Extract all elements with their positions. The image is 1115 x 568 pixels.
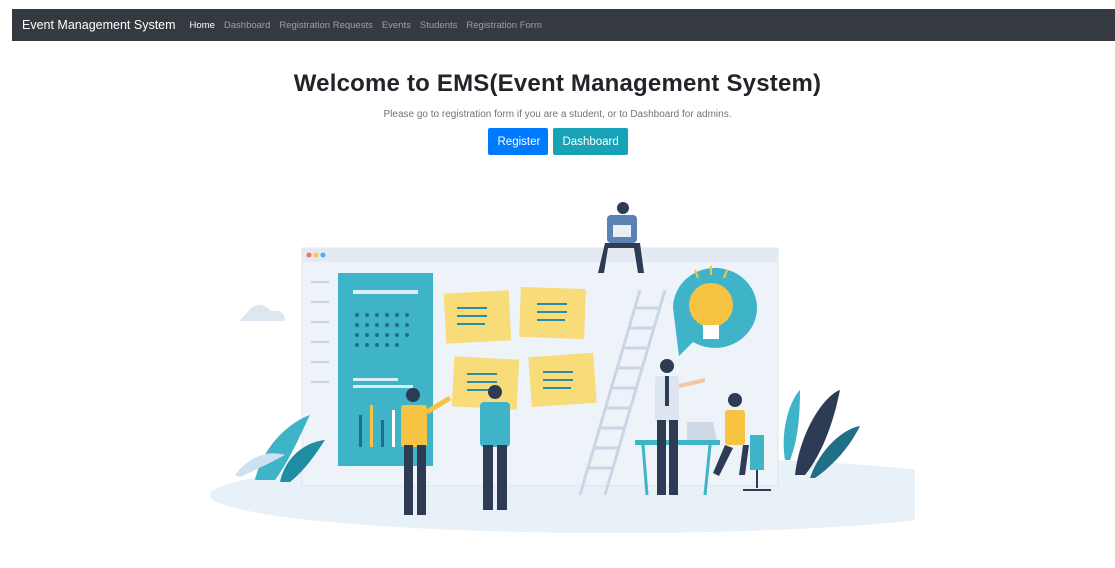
page-title: Welcome to EMS(Event Management System) bbox=[293, 70, 822, 97]
navbar-brand[interactable]: Event Management System bbox=[22, 18, 176, 32]
register-button[interactable]: Register bbox=[487, 128, 548, 155]
nav-link-home[interactable]: Home bbox=[190, 20, 215, 31]
nav-link-registration-form[interactable]: Registration Form bbox=[466, 20, 542, 31]
hero-buttons: Register Dashboard bbox=[0, 128, 1115, 155]
page-subtitle: Please go to registration form if you ar… bbox=[383, 109, 732, 120]
nav-link-events[interactable]: Events bbox=[382, 20, 411, 31]
nav-link-registration-requests[interactable]: Registration Requests bbox=[279, 20, 372, 31]
dashboard-button[interactable]: Dashboard bbox=[552, 128, 628, 155]
nav-link-students[interactable]: Students bbox=[420, 20, 458, 31]
team-working-illustration bbox=[195, 190, 1020, 565]
nav-link-dashboard[interactable]: Dashboard bbox=[224, 20, 270, 31]
top-navbar: Event Management System Home Dashboard R… bbox=[12, 9, 1115, 41]
hero-section: Welcome to EMS(Event Management System) … bbox=[0, 70, 1115, 120]
